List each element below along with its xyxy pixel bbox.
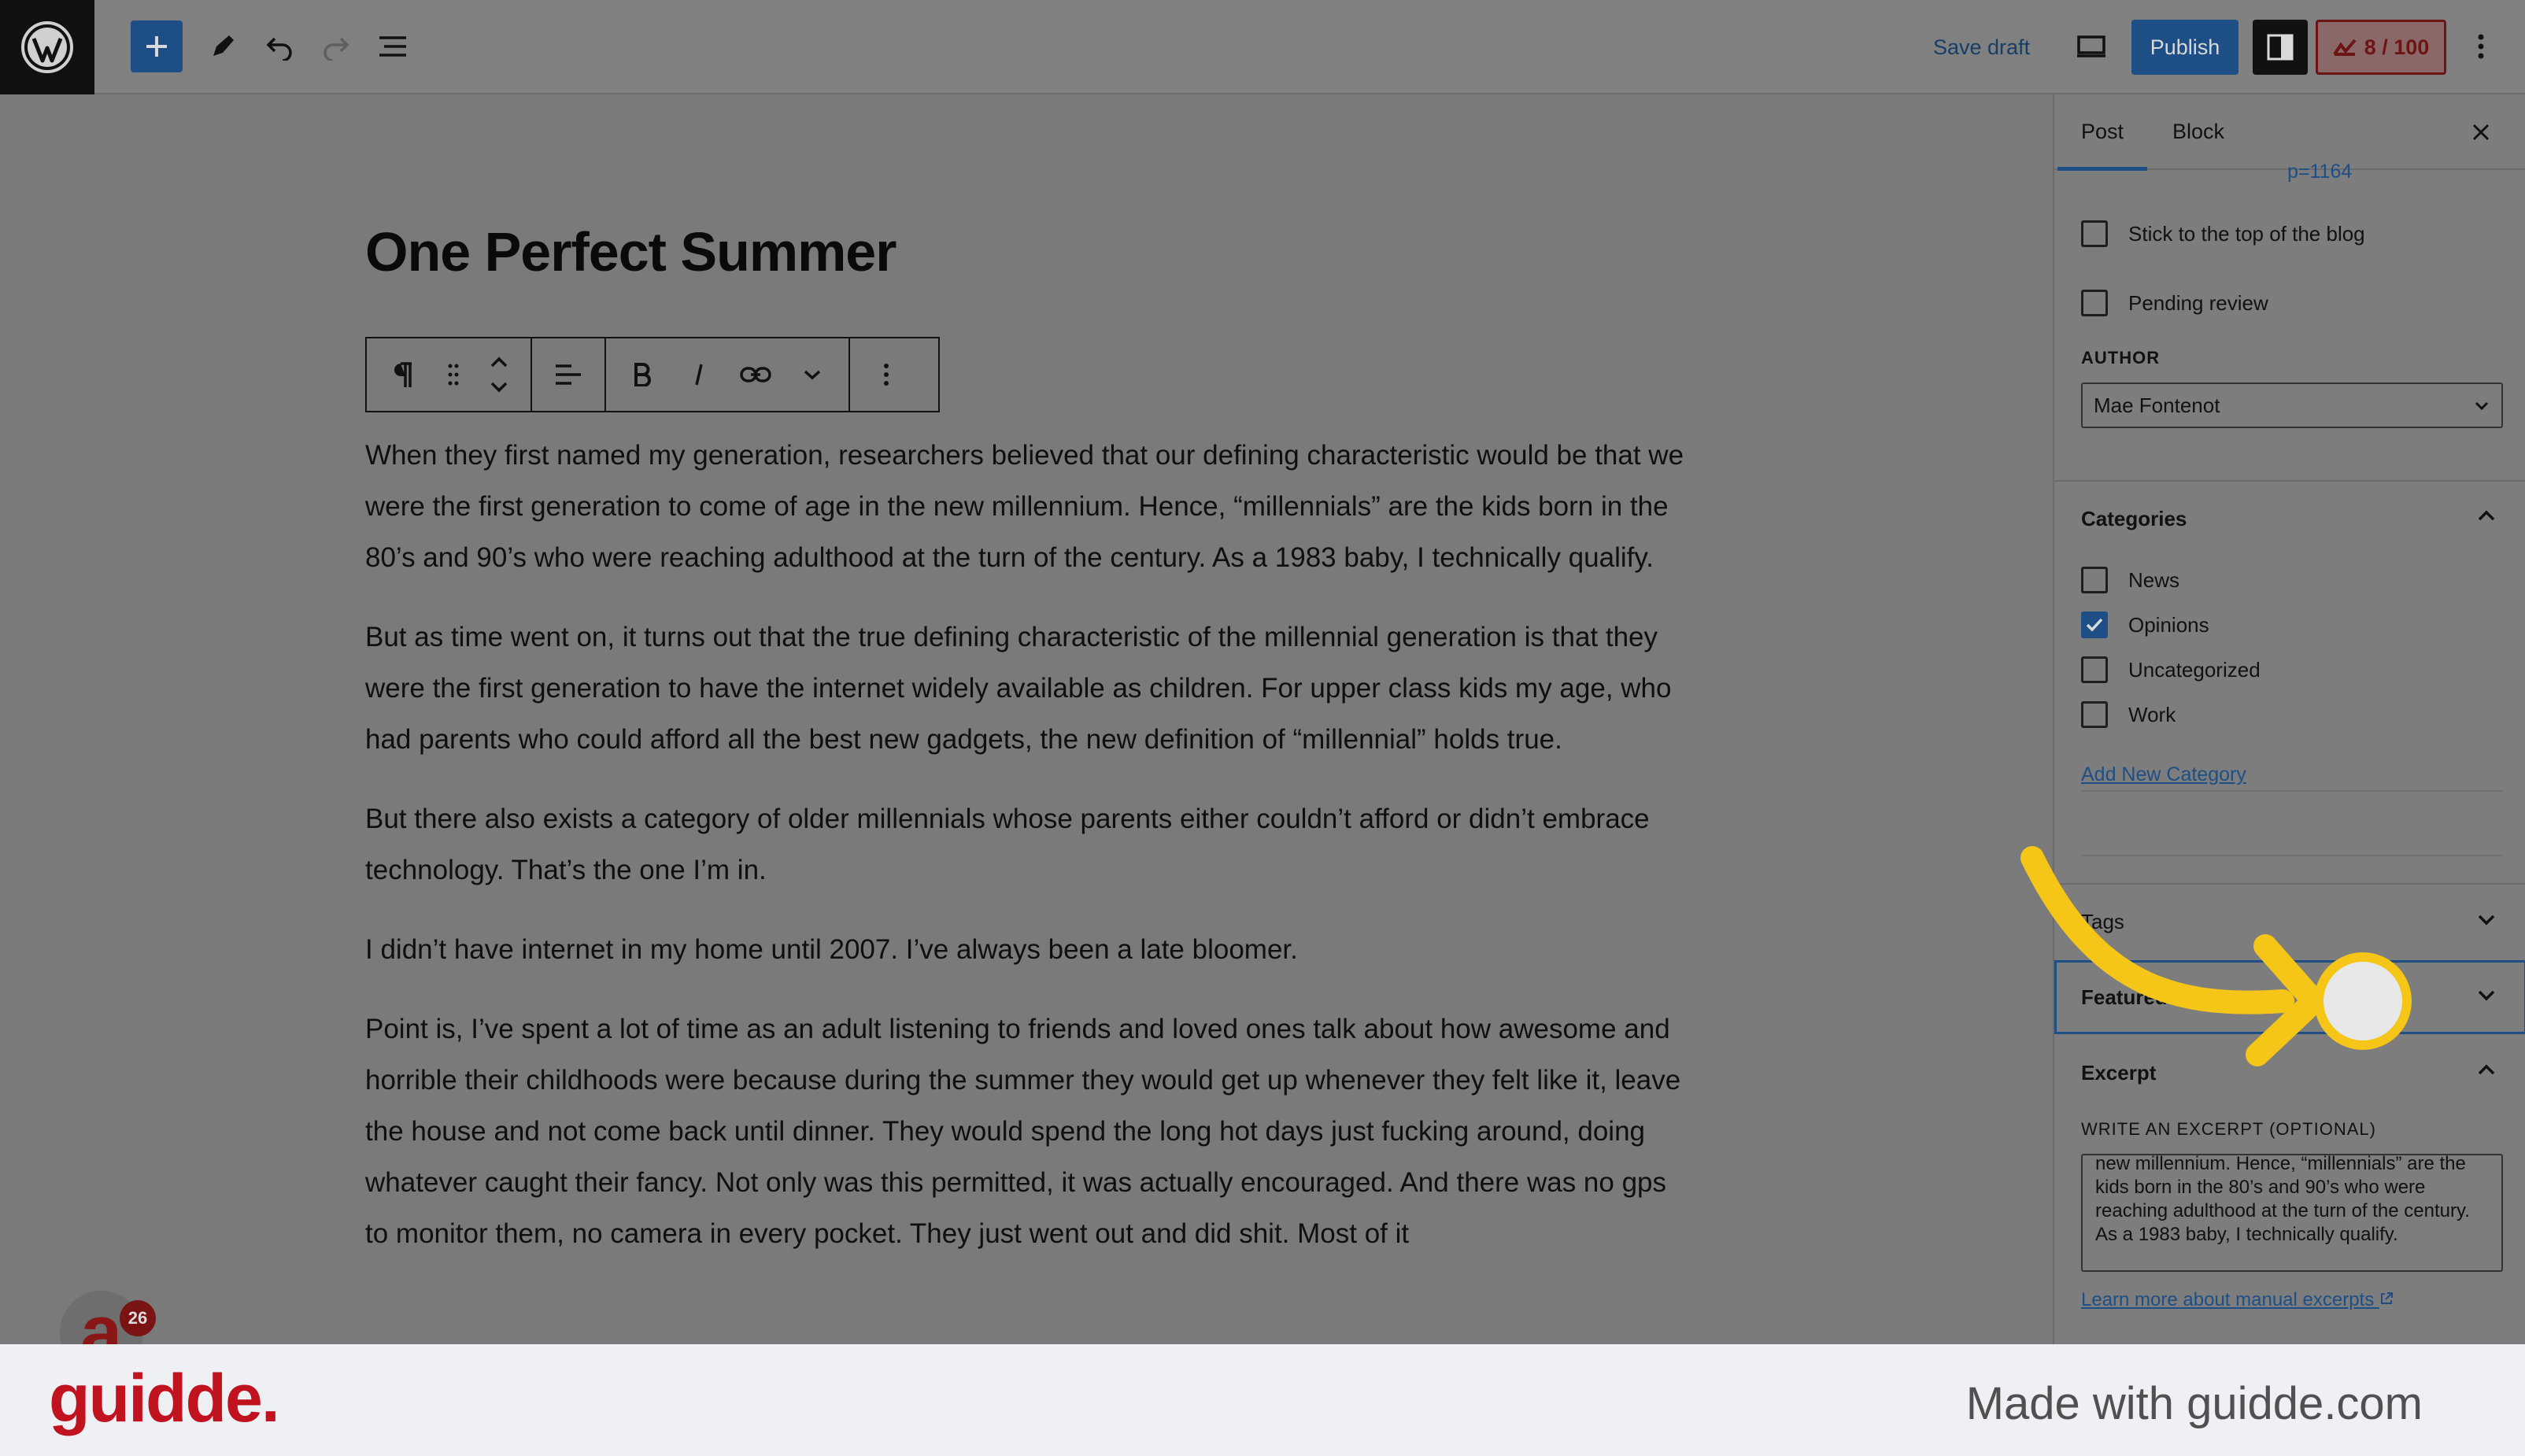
settings-sidebar-icon[interactable] bbox=[2253, 20, 2308, 75]
italic-icon[interactable] bbox=[671, 338, 727, 411]
seo-score-button[interactable]: 8 / 100 bbox=[2316, 20, 2446, 75]
checkbox[interactable] bbox=[2081, 656, 2108, 683]
permalink-fragment[interactable]: p=1164 bbox=[2287, 161, 2352, 183]
excerpt-panel-title[interactable]: Excerpt bbox=[2081, 1061, 2156, 1085]
seo-score-value: 8 / 100 bbox=[2364, 35, 2430, 59]
checkbox-label: Stick to the top of the blog bbox=[2128, 221, 2365, 246]
document-overview-icon[interactable] bbox=[367, 20, 419, 72]
preview-desktop-icon[interactable] bbox=[2065, 20, 2117, 72]
category-work[interactable]: Work bbox=[2081, 701, 2176, 728]
category-label: Opinions bbox=[2128, 612, 2209, 637]
external-link-icon bbox=[2380, 1292, 2393, 1304]
add-new-category-link[interactable]: Add New Category bbox=[2081, 763, 2246, 786]
link-icon[interactable] bbox=[727, 338, 784, 411]
editor-canvas: One Perfect Summer When they first named… bbox=[0, 94, 2053, 1344]
block-options-icon[interactable] bbox=[858, 338, 915, 411]
drag-handle-icon[interactable] bbox=[431, 338, 475, 411]
paragraph-block-icon[interactable] bbox=[375, 338, 431, 411]
tools-pencil-icon[interactable] bbox=[197, 20, 249, 72]
made-with-text: Made with guidde.com bbox=[1965, 1378, 2423, 1429]
checkbox-label: Pending review bbox=[2128, 290, 2268, 315]
category-label: Work bbox=[2128, 702, 2176, 726]
author-select[interactable]: Mae Fontenot bbox=[2081, 382, 2503, 428]
category-label: Uncategorized bbox=[2128, 657, 2261, 682]
featured-image-panel-title[interactable]: Featured bbox=[2081, 985, 2168, 1010]
category-uncategorized[interactable]: Uncategorized bbox=[2081, 656, 2261, 683]
checkbox-checked[interactable] bbox=[2081, 612, 2108, 638]
move-up-down-icon[interactable] bbox=[475, 338, 523, 411]
excerpt-text: new millennium. Hence, “millennials” are… bbox=[2095, 1154, 2470, 1245]
paragraph-block[interactable]: Point is, I’ve spent a lot of time as an… bbox=[365, 1003, 1695, 1259]
paragraph-block[interactable]: When they first named my generation, res… bbox=[365, 430, 1695, 583]
tab-block[interactable]: Block bbox=[2172, 120, 2224, 144]
redo-icon[interactable] bbox=[310, 20, 362, 72]
excerpt-textarea[interactable]: new millennium. Hence, “millennials” are… bbox=[2081, 1154, 2503, 1272]
more-formatting-chevron-icon[interactable] bbox=[784, 338, 841, 411]
publish-button[interactable]: Publish bbox=[2131, 20, 2238, 75]
wordpress-logo-icon[interactable] bbox=[0, 0, 94, 94]
options-menu-icon[interactable] bbox=[2457, 20, 2505, 72]
post-content[interactable]: When they first named my generation, res… bbox=[365, 430, 1695, 1288]
checkbox[interactable] bbox=[2081, 701, 2108, 728]
excerpt-label: WRITE AN EXCERPT (OPTIONAL) bbox=[2081, 1119, 2376, 1139]
sidebar-tabs: Post Block bbox=[2054, 94, 2525, 171]
block-toolbar bbox=[365, 337, 940, 412]
add-block-button[interactable] bbox=[131, 20, 183, 72]
close-icon[interactable] bbox=[2462, 113, 2500, 151]
checkbox[interactable] bbox=[2081, 290, 2108, 316]
author-label: AUTHOR bbox=[2081, 348, 2161, 368]
category-news[interactable]: News bbox=[2081, 567, 2179, 593]
tab-post[interactable]: Post bbox=[2057, 120, 2148, 171]
pending-review-checkbox[interactable]: Pending review bbox=[2081, 290, 2268, 316]
save-draft-button[interactable]: Save draft bbox=[1921, 30, 2043, 65]
chevron-up-icon[interactable] bbox=[2475, 1058, 2498, 1081]
chevron-down-icon[interactable] bbox=[2475, 984, 2498, 1007]
notification-badge: 26 bbox=[120, 1300, 156, 1336]
checkbox[interactable] bbox=[2081, 567, 2108, 593]
editor-header: Save draft Publish 8 / 100 bbox=[0, 0, 2525, 94]
guidde-logo: guidde. bbox=[49, 1361, 280, 1436]
category-label: News bbox=[2128, 567, 2180, 592]
category-opinions[interactable]: Opinions bbox=[2081, 612, 2209, 638]
learn-more-excerpts-link[interactable]: Learn more about manual excerpts bbox=[2081, 1289, 2394, 1311]
settings-sidebar: Post Block p=1164 Stick to the top of th… bbox=[2053, 94, 2525, 1344]
checkbox[interactable] bbox=[2081, 220, 2108, 247]
author-value: Mae Fontenot bbox=[2094, 394, 2220, 417]
tags-panel-title[interactable]: Tags bbox=[2081, 910, 2124, 934]
align-text-icon[interactable] bbox=[540, 338, 597, 411]
chevron-down-icon bbox=[2475, 401, 2489, 411]
chevron-up-icon[interactable] bbox=[2475, 504, 2498, 527]
chevron-down-icon[interactable] bbox=[2475, 908, 2498, 932]
checkmark-icon bbox=[2086, 618, 2103, 632]
paragraph-block[interactable]: But there also exists a category of olde… bbox=[365, 793, 1695, 896]
bold-icon[interactable] bbox=[614, 338, 671, 411]
post-title[interactable]: One Perfect Summer bbox=[365, 220, 897, 283]
paragraph-block[interactable]: I didn’t have internet in my home until … bbox=[365, 924, 1695, 975]
stick-to-top-checkbox[interactable]: Stick to the top of the blog bbox=[2081, 220, 2365, 247]
paragraph-block[interactable]: But as time went on, it turns out that t… bbox=[365, 612, 1695, 765]
categories-panel-title[interactable]: Categories bbox=[2081, 507, 2187, 531]
guidde-footer: guidde. Made with guidde.com bbox=[0, 1344, 2525, 1456]
score-chart-icon bbox=[2333, 39, 2357, 56]
link-label: Learn more about manual excerpts bbox=[2081, 1289, 2375, 1310]
undo-icon[interactable] bbox=[253, 20, 305, 72]
